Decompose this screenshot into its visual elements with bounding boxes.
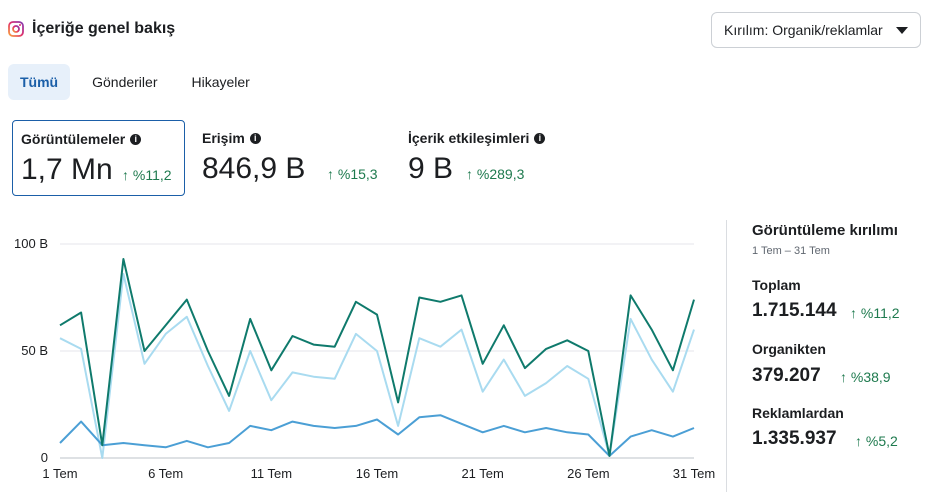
metric-reach-value: 846,9 B (202, 152, 306, 185)
instagram-icon (8, 21, 24, 37)
page-title: İçeriğe genel bakış (32, 20, 176, 37)
info-icon[interactable]: i (249, 132, 261, 144)
x-tick-label: 31 Tem (673, 466, 715, 481)
tab-posts[interactable]: Gönderiler (80, 64, 169, 100)
metric-reach-delta: ↑ %15,3 (327, 166, 378, 182)
organic-delta: ↑ %38,9 (840, 369, 891, 385)
organic-label: Organikten (752, 341, 826, 357)
ads-label: Reklamlardan (752, 405, 844, 421)
caret-down-icon (896, 26, 908, 34)
ads-value: 1.335.937 (752, 428, 837, 449)
breakdown-panel-range: 1 Tem – 31 Tem (752, 245, 830, 257)
metric-interactions-delta: ↑ %289,3 (466, 166, 525, 182)
info-icon[interactable]: i (130, 133, 142, 145)
metric-interactions-card[interactable]: İçerik etkileşimleri i 9 B ↑ %289,3 (400, 120, 600, 196)
metric-interactions-value: 9 B (408, 152, 454, 185)
breakdown-dropdown[interactable]: Kırılım: Organik/reklamlar (711, 12, 921, 48)
total-label: Toplam (752, 277, 801, 293)
y-tick-label: 50 B (21, 343, 48, 358)
total-value: 1.715.144 (752, 300, 837, 321)
y-tick-label: 0 (41, 450, 48, 465)
metric-reach-label: Erişim (202, 130, 245, 146)
x-tick-label: 26 Tem (567, 466, 609, 481)
x-tick-label: 11 Tem (251, 466, 292, 481)
ads-delta: ↑ %5,2 (855, 433, 898, 449)
views-line-chart: 0 50 B 100 B 1 Tem 6 Tem 11 Tem 16 Tem 21 Tem 26… (14, 236, 715, 481)
series-line-organic (59, 414, 695, 457)
organic-value: 379.207 (752, 365, 821, 386)
y-tick-label: 100 B (14, 236, 48, 251)
series-line-total (59, 258, 695, 457)
metric-interactions-label-row: İçerik etkileşimleri i (408, 130, 546, 146)
metric-views-card[interactable]: Görüntülemeler i 1,7 Mn ↑ %11,2 (12, 120, 185, 196)
tab-stories[interactable]: Hikayeler (179, 64, 261, 100)
breakdown-dropdown-label: Kırılım: Organik/reklamlar (724, 22, 883, 38)
total-delta: ↑ %11,2 (850, 305, 900, 321)
info-icon[interactable]: i (534, 132, 546, 144)
metric-interactions-label: İçerik etkileşimleri (408, 130, 530, 146)
x-tick-label: 16 Tem (356, 466, 398, 481)
metric-views-label-row: Görüntülemeler i (21, 131, 142, 147)
metric-views-delta: ↑ %11,2 (122, 167, 172, 183)
metric-reach-card[interactable]: Erişim i 846,9 B ↑ %15,3 (194, 120, 394, 196)
breakdown-panel-title: Görüntüleme kırılımı (752, 222, 898, 239)
tab-all[interactable]: Tümü (8, 64, 71, 100)
metric-views-label: Görüntülemeler (21, 131, 126, 147)
x-tick-label: 6 Tem (148, 466, 183, 481)
metric-reach-label-row: Erişim i (202, 130, 261, 146)
panel-divider (726, 220, 727, 492)
x-tick-label: 1 Tem (42, 466, 77, 481)
x-tick-label: 21 Tem (461, 466, 503, 481)
metric-views-value: 1,7 Mn (21, 153, 113, 186)
content-tabs: Tümü Gönderiler Hikayeler (8, 64, 272, 100)
series-line-ads (59, 273, 695, 459)
